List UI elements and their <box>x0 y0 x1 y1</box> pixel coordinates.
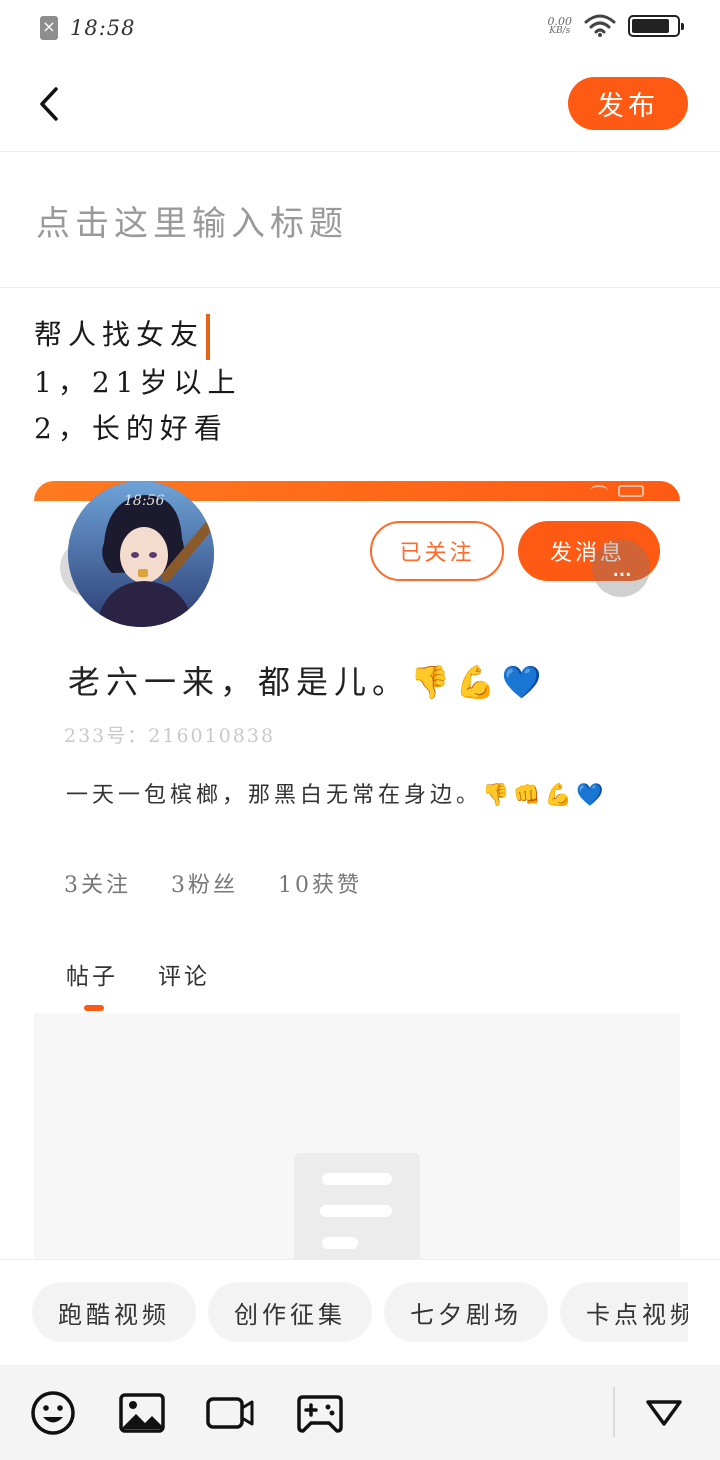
back-button[interactable] <box>28 82 72 126</box>
battery-icon <box>618 485 644 497</box>
stat-following: 3关注 <box>64 873 131 898</box>
collapse-button[interactable] <box>640 1389 688 1437</box>
bottom-toolbar <box>0 1365 720 1460</box>
topic-chips: 跑酷视频 创作征集 七夕剧场 卡点视频 <box>32 1282 688 1342</box>
more-icon: ... <box>592 539 650 597</box>
net-speed: 0.00 KB/s <box>548 16 573 36</box>
body-line: 2，长的好看 <box>34 411 228 445</box>
wifi-icon <box>584 14 616 37</box>
stat-likes: 10获赞 <box>278 873 362 898</box>
attached-status-time: 18:56 <box>124 493 165 509</box>
status-time: 18:58 <box>70 16 136 40</box>
status-right: 0.00 KB/s <box>548 14 684 38</box>
body-line-text: 帮人找女友 <box>34 318 205 351</box>
avatar: 18:56 <box>68 481 214 627</box>
battery-icon <box>628 15 684 37</box>
profile-bio: 一天一包槟榔，那黑白无常在身边。👎👊💪💙 <box>66 783 608 808</box>
text-caret <box>206 313 211 360</box>
sim-off-icon <box>40 16 58 40</box>
emoji-icon <box>31 1391 75 1435</box>
stat-fans: 3粉丝 <box>171 873 238 898</box>
image-button[interactable] <box>118 1389 166 1437</box>
status-left: 18:58 <box>40 16 136 40</box>
title-field[interactable]: 点击这里输入标题 <box>0 153 720 288</box>
net-speed-unit: KB/s <box>549 26 571 36</box>
body-line: 帮人找女友 <box>34 312 684 360</box>
empty-bar <box>320 1205 392 1217</box>
publish-button[interactable]: 发布 <box>568 77 688 130</box>
profile-stats: 3关注 3粉丝 10获赞 <box>64 867 362 899</box>
toolbar-divider <box>613 1387 615 1437</box>
topic-chip[interactable]: 七夕剧场 <box>384 1282 548 1342</box>
empty-box-icon <box>294 1153 420 1259</box>
body-editor[interactable]: 帮人找女友 1，21岁以上 2，长的好看 <box>34 312 684 452</box>
collapse-icon <box>646 1400 682 1426</box>
profile-id: 233号：216010838 <box>64 725 276 747</box>
tab-posts: 帖子 <box>66 957 118 1011</box>
chevron-left-icon <box>40 87 58 121</box>
empty-state <box>34 1013 680 1259</box>
attached-status-icons <box>590 485 644 497</box>
topic-bar: 跑酷视频 创作征集 七夕剧场 卡点视频 <box>0 1259 720 1365</box>
follow-button: 已关注 <box>370 521 504 581</box>
topic-chip[interactable]: 创作征集 <box>208 1282 372 1342</box>
game-button[interactable] <box>296 1389 344 1437</box>
empty-bar <box>322 1173 392 1185</box>
game-icon <box>297 1395 343 1433</box>
top-bar: 发布 <box>0 62 720 152</box>
video-button[interactable] <box>206 1389 254 1437</box>
body-line: 1，21岁以上 <box>34 365 242 399</box>
emoji-button[interactable] <box>29 1389 77 1437</box>
wifi-icon <box>590 485 608 497</box>
topic-chip[interactable]: 跑酷视频 <box>32 1282 196 1342</box>
empty-bar <box>322 1237 358 1249</box>
battery-level <box>632 19 670 33</box>
video-icon <box>206 1397 254 1429</box>
title-placeholder: 点击这里输入标题 <box>36 203 348 244</box>
status-bar: 18:58 0.00 KB/s <box>0 0 720 62</box>
topic-chip[interactable]: 卡点视频 <box>560 1282 688 1342</box>
tab-comments: 评论 <box>158 964 210 990</box>
attached-screenshot[interactable]: 18:56 已关注 发消息 ... 老六一来，都是儿。👎💪💙 233号：2160… <box>34 481 680 1259</box>
image-icon <box>119 1393 165 1433</box>
profile-tabs: 帖子 评论 <box>66 957 210 1011</box>
profile-name: 老六一来，都是儿。👎💪💙 <box>68 663 548 701</box>
